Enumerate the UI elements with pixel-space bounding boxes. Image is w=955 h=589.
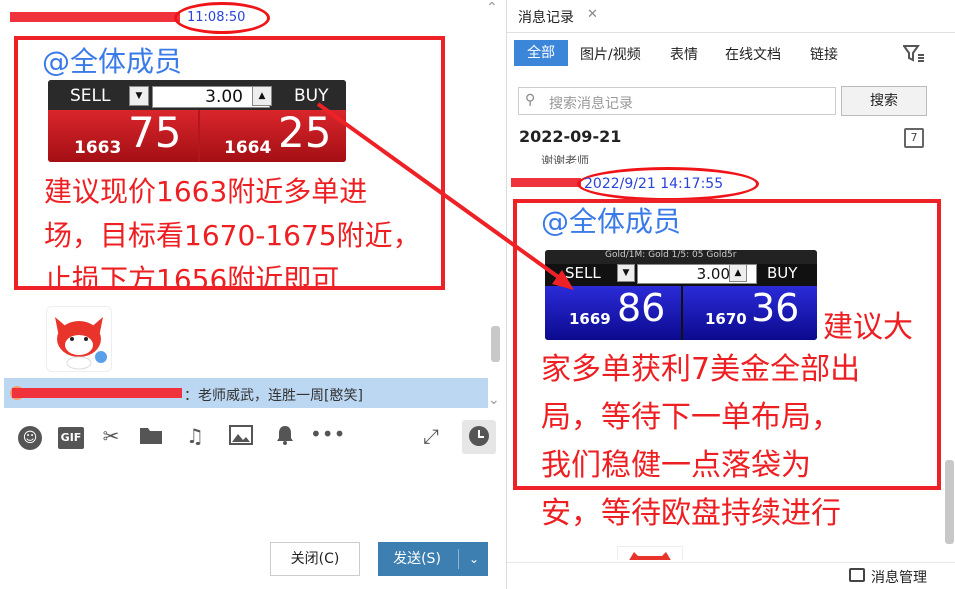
message-line: 家多单获利7美金全部出 — [541, 352, 861, 387]
message-line: 建议现价1663附近多单进 — [44, 175, 368, 208]
message-line: 止损下方1656附近即可 — [44, 263, 340, 290]
folder-icon[interactable] — [138, 424, 164, 451]
chat-window: 11:08:50 ⌃ @全体成员 SELL ▼ 3.00 ▲ BUY 1663 … — [0, 0, 506, 589]
close-button[interactable]: 关闭(C) — [270, 542, 360, 576]
history-icon[interactable] — [462, 420, 496, 454]
message-history-panel: 消息记录 ✕ 全部 图片/视频 表情 在线文档 链接 ⚲ 搜索消息记录 搜索 2… — [506, 0, 955, 589]
sell-label: SELL — [565, 264, 601, 282]
notification-text: ：老师威武，连胜一周[憨笑] — [184, 388, 363, 404]
buy-price-big: 25 — [278, 108, 332, 157]
filter-stickers[interactable]: 表情 — [670, 44, 698, 64]
redaction-bar — [12, 388, 182, 398]
filter-docs[interactable]: 在线文档 — [725, 44, 781, 64]
date-header: 2022-09-21 — [519, 127, 622, 146]
sell-price-small: 1663 — [74, 138, 122, 158]
filter-all[interactable]: 全部 — [514, 40, 568, 66]
spin-down-icon: ▼ — [617, 264, 635, 282]
emoji-icon[interactable]: ☺ — [18, 426, 42, 450]
send-options-icon[interactable]: ⌄ — [462, 542, 486, 576]
sell-price-big: 75 — [128, 108, 182, 157]
send-label: 发送(S) — [393, 551, 441, 567]
sticker-partial — [617, 546, 683, 560]
buy-price-big: 36 — [751, 286, 800, 330]
sell-label: SELL — [70, 86, 111, 106]
search-placeholder: 搜索消息记录 — [549, 96, 633, 112]
calendar-icon[interactable]: 7 — [904, 128, 924, 148]
mention-all: @全体成员 — [541, 205, 682, 238]
message-manage-icon[interactable] — [849, 568, 865, 582]
spin-down-icon: ▼ — [129, 86, 149, 106]
buy-price-small: 1664 — [224, 138, 272, 158]
sell-price-small: 1669 — [569, 310, 611, 328]
tab-message-history[interactable]: 消息记录 ✕ — [507, 0, 607, 32]
chat-scrollbar[interactable] — [491, 326, 500, 362]
tab-close-icon[interactable]: ✕ — [587, 7, 598, 22]
redaction-bar — [10, 12, 180, 22]
filter-links[interactable]: 链接 — [810, 44, 838, 64]
buy-label: BUY — [294, 86, 329, 106]
notification-bar[interactable]: ：老师威武，连胜一周[憨笑] — [4, 378, 488, 408]
history-scrollbar[interactable] — [945, 460, 954, 544]
bell-icon[interactable] — [272, 424, 298, 451]
spin-up-icon: ▲ — [252, 86, 272, 106]
filter-icon[interactable] — [902, 44, 925, 68]
message-annotation-box: @全体成员 SELL ▼ 3.00 ▲ BUY 1663 75 1664 25 … — [14, 36, 445, 290]
price-ticker: Gold/1M: Gold 1/5: 05 Gold5r SELL ▼ 3.00… — [545, 250, 817, 340]
tab-title: 消息记录 — [518, 10, 574, 26]
search-icon: ⚲ — [525, 92, 536, 108]
message-line: 安，等待欧盘持续进行 — [541, 496, 841, 531]
send-button[interactable]: 发送(S) ⌄ — [378, 542, 488, 576]
more-icon[interactable]: ••• — [310, 422, 345, 446]
music-icon[interactable]: ♫ — [182, 424, 208, 448]
search-input[interactable]: ⚲ 搜索消息记录 — [518, 87, 836, 115]
message-line: 场，目标看1670-1675附近， — [44, 219, 421, 252]
message-time: 11:08:50 — [187, 10, 246, 25]
message-line: 我们稳健一点落袋为 — [541, 448, 811, 483]
image-icon[interactable] — [228, 424, 254, 451]
filter-media[interactable]: 图片/视频 — [580, 44, 641, 64]
buy-label: BUY — [767, 264, 798, 282]
search-button[interactable]: 搜索 — [841, 86, 927, 116]
message-time: 2022/9/21 14:17:55 — [584, 176, 724, 192]
message-manage-link[interactable]: 消息管理 — [871, 567, 927, 587]
mention-all: @全体成员 — [42, 45, 183, 78]
fox-sticker — [46, 306, 112, 372]
scroll-up-icon[interactable]: ⌃ — [486, 0, 498, 16]
scroll-down-icon[interactable]: ⌄ — [488, 392, 500, 408]
sell-price-big: 86 — [617, 286, 666, 330]
message-line: 局，等待下一单布局， — [541, 400, 841, 435]
gif-icon[interactable]: GIF — [58, 427, 84, 449]
partial-message: 谢谢老师 — [541, 154, 590, 164]
spin-up-icon: ▲ — [729, 264, 747, 282]
message-text: 家多单获利7美金全部出 局，等待下一单布局， 我们稳健一点落袋为 安，等待欧盘持… — [541, 346, 860, 538]
price-ticker: SELL ▼ 3.00 ▲ BUY 1663 75 1664 25 — [48, 80, 346, 162]
redaction-bar — [511, 178, 581, 187]
message-text: 建议现价1663附近多单进 场，目标看1670-1675附近， 止损下方1656… — [44, 170, 421, 290]
ticker-header: Gold/1M: Gold 1/5: 05 Gold5r — [605, 250, 737, 260]
message-line: 建议大 — [823, 310, 913, 345]
expand-icon[interactable]: ⤢ — [418, 424, 444, 448]
buy-price-small: 1670 — [705, 310, 747, 328]
scissors-icon[interactable]: ✂ — [98, 424, 124, 448]
